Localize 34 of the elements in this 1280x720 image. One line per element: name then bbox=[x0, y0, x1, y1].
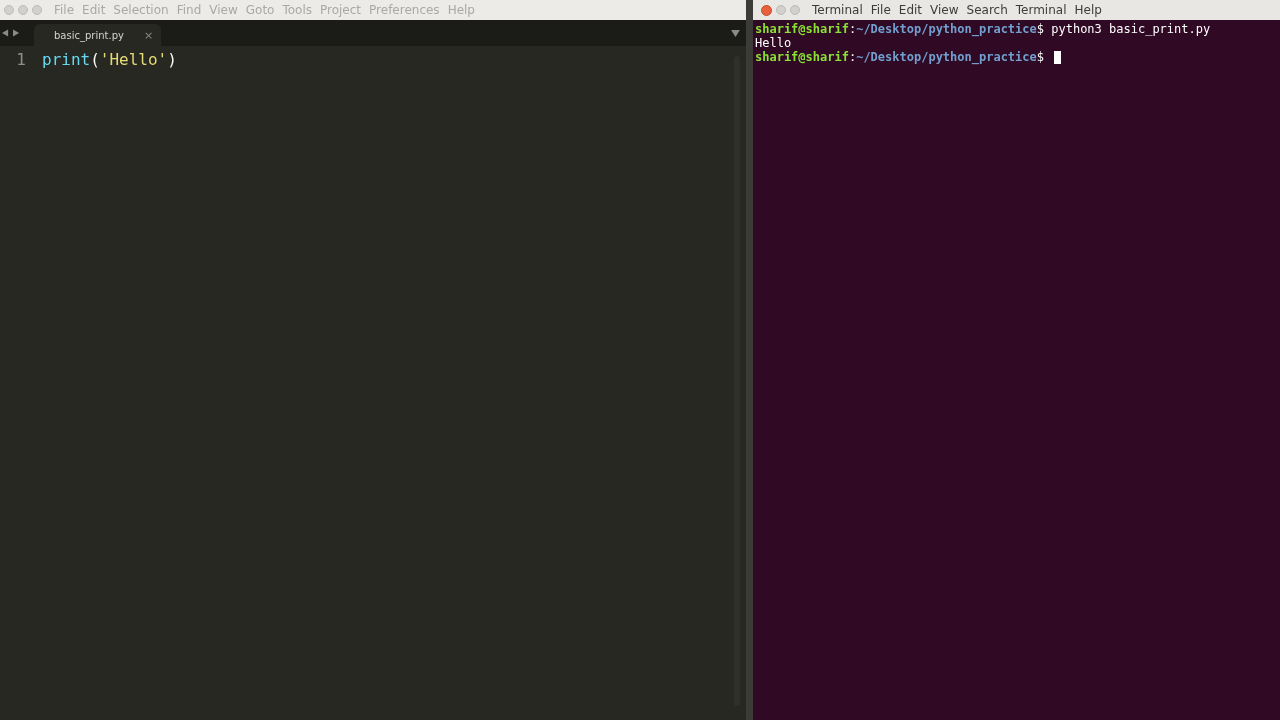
menu-item[interactable]: Selection bbox=[113, 3, 169, 17]
menu-item[interactable]: File bbox=[54, 3, 75, 17]
menu-item[interactable]: File bbox=[870, 3, 891, 17]
menu-item[interactable]: Help bbox=[1074, 3, 1102, 17]
file-tab[interactable]: basic_print.py × bbox=[34, 24, 162, 46]
close-icon[interactable] bbox=[761, 4, 772, 16]
right-arrow-icon[interactable] bbox=[13, 29, 20, 37]
terminal-line: sharif@sharif:~/Desktop/python_practice$ python3 basic_print.py bbox=[755, 22, 1211, 36]
maximize-icon[interactable] bbox=[790, 4, 800, 15]
code-line: print('Hello') bbox=[42, 49, 177, 69]
menu-item[interactable]: Preferences bbox=[369, 3, 440, 17]
maximize-icon[interactable] bbox=[32, 5, 42, 15]
close-icon[interactable] bbox=[4, 5, 14, 15]
menu-item[interactable]: Project bbox=[320, 3, 362, 17]
terminal-line: sharif@sharif:~/Desktop/python_practice$ bbox=[755, 50, 1045, 64]
menu-item[interactable]: View bbox=[209, 3, 238, 17]
menu-item[interactable]: Help bbox=[447, 3, 475, 17]
menu-item[interactable]: Edit bbox=[898, 3, 923, 17]
minimize-icon[interactable] bbox=[18, 5, 28, 15]
line-number: 1 bbox=[15, 49, 26, 69]
left-arrow-icon[interactable] bbox=[2, 29, 9, 37]
dropdown-icon[interactable] bbox=[731, 29, 740, 37]
menu-item[interactable]: View bbox=[930, 3, 959, 17]
menu-item[interactable]: Edit bbox=[82, 3, 106, 17]
menu-item[interactable]: Tools bbox=[282, 3, 312, 17]
menu-item[interactable]: Search bbox=[966, 3, 1008, 17]
menu-item[interactable]: Goto bbox=[245, 3, 275, 17]
terminal-line: Hello bbox=[755, 36, 792, 50]
menu-item[interactable]: Terminal bbox=[812, 3, 863, 17]
close-tab-button[interactable]: × bbox=[143, 28, 154, 42]
menu-item[interactable]: Find bbox=[176, 3, 202, 17]
tab-label: basic_print.py bbox=[54, 29, 124, 41]
minimize-icon[interactable] bbox=[776, 4, 786, 15]
menu-item[interactable]: Terminal bbox=[1015, 3, 1067, 17]
